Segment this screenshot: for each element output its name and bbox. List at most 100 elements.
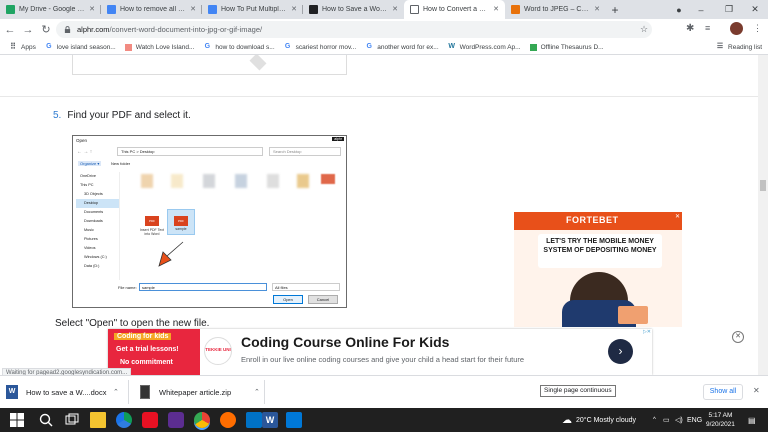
bookmark-item[interactable]: Watch Love Island...: [124, 43, 194, 51]
media-control-icon[interactable]: ≡: [705, 23, 710, 33]
close-banner-icon[interactable]: ✕: [732, 331, 744, 343]
bookmark-label: another word for ex...: [377, 43, 439, 51]
network-icon[interactable]: ▭: [663, 408, 670, 432]
bookmark-label: scariest horror mov...: [295, 43, 357, 51]
close-tab-icon[interactable]: ✕: [189, 5, 197, 13]
dialog-sidebar-item: Documents: [84, 210, 104, 214]
weather-widget[interactable]: ☁ 20°C Mostly cloudy: [562, 408, 636, 432]
edge-icon[interactable]: [116, 412, 132, 428]
bookmark-apps[interactable]: ⠿ Apps: [9, 43, 36, 51]
zip-icon: [140, 385, 150, 399]
clock[interactable]: 5:17 AM 9/20/2021: [706, 408, 735, 432]
bookmark-star-icon[interactable]: ☆: [640, 24, 648, 35]
reload-icon[interactable]: ↻: [38, 22, 54, 38]
language-indicator[interactable]: ENG: [687, 408, 702, 432]
banner-left-line1: Coding for kids: [114, 333, 172, 340]
close-tab-icon[interactable]: ✕: [593, 5, 601, 13]
browser-toolbar: ← → ↻ alphr.com/convert-word-document-in…: [0, 19, 768, 40]
dialog-search-box: Search Desktop: [269, 147, 341, 156]
bookmark-label: WordPress.com Ap...: [459, 43, 521, 51]
close-tab-icon[interactable]: ✕: [391, 5, 399, 13]
browser-tab[interactable]: Word to JPEG – Conve ✕: [505, 0, 606, 19]
word-doc-icon: W: [6, 385, 18, 399]
cancel-button: Cancel: [308, 295, 338, 304]
ad-close-icon[interactable]: ✕: [675, 213, 680, 220]
chevron-up-icon[interactable]: ⌃: [254, 388, 260, 396]
dialog-sidebar-item: OneDrive: [80, 174, 97, 178]
new-tab-button[interactable]: +: [606, 0, 624, 19]
dialog-sidebar-item: This PC: [80, 183, 94, 187]
reading-list-icon: ☰: [716, 43, 724, 50]
browser-tab[interactable]: How to remove all hyp ✕: [101, 0, 202, 19]
menu-kebab-icon[interactable]: ⋮: [753, 23, 762, 34]
search-icon[interactable]: [38, 412, 54, 428]
volume-icon[interactable]: ◁): [675, 408, 683, 432]
word-icon[interactable]: W: [262, 412, 278, 428]
page-scrollbar[interactable]: [758, 55, 768, 375]
close-tab-icon[interactable]: ✕: [88, 5, 96, 13]
task-view-icon[interactable]: [64, 412, 80, 428]
coding-course-banner-ad[interactable]: Coding for kids Get a trial lessons! No …: [108, 329, 652, 375]
address-bar[interactable]: alphr.com/convert-word-document-into-jpg…: [56, 21, 652, 38]
fortebet-ad[interactable]: FORTEBET ✕ LET'S TRY THE MOBILE MONEY SY…: [514, 212, 682, 327]
browser-tab[interactable]: How to Save a Word D ✕: [303, 0, 404, 19]
profile-record-icon[interactable]: ●: [672, 0, 686, 19]
minimize-icon[interactable]: –: [694, 0, 708, 19]
notifications-icon[interactable]: ▤: [748, 408, 756, 432]
docs-icon: [208, 5, 217, 14]
windows-taskbar: W ☁ 20°C Mostly cloudy ^ ▭ ◁) ENG 5:17 A…: [0, 408, 768, 432]
dialog-sidebar: OneDrive This PC 3D Objects Desktop Document…: [76, 172, 120, 280]
blurred-file-row: [141, 174, 341, 196]
bookmark-item[interactable]: W WordPress.com Ap...: [448, 43, 521, 51]
banner-left-line3: No commitment: [120, 359, 173, 366]
outlook-icon[interactable]: [246, 412, 262, 428]
windows-start-icon[interactable]: [9, 412, 25, 428]
tray-chevron-icon[interactable]: ^: [653, 408, 656, 432]
restore-icon[interactable]: ❐: [722, 0, 736, 19]
bookmark-label: Offline Thesaurus D...: [540, 43, 604, 51]
banner-arrow-button[interactable]: ›: [608, 339, 633, 364]
close-tab-icon[interactable]: ✕: [492, 5, 500, 13]
file-explorer-icon[interactable]: [90, 412, 106, 428]
tab-title: Word to JPEG – Conve: [524, 6, 590, 13]
docs-icon: [107, 5, 116, 14]
reading-list-button[interactable]: ☰ Reading list: [716, 43, 762, 51]
file-item-selected: PDF sample: [167, 209, 195, 235]
scroll-thumb[interactable]: [760, 180, 766, 191]
app-icon[interactable]: [286, 412, 302, 428]
browser-tab[interactable]: How To Put Multiple L ✕: [202, 0, 303, 19]
bookmark-label: Apps: [21, 43, 36, 51]
show-all-button[interactable]: Show all: [703, 384, 743, 400]
tab-strip: My Drive - Google Dri ✕ How to remove all…: [0, 0, 768, 19]
orange-arrow-icon: [158, 241, 184, 267]
ad-choices-icon[interactable]: ▷✕: [643, 329, 651, 335]
firefox-icon[interactable]: [220, 412, 236, 428]
close-window-icon[interactable]: ✕: [748, 0, 762, 19]
close-tab-icon[interactable]: ✕: [290, 5, 298, 13]
avatar[interactable]: [730, 22, 743, 35]
bookmark-item[interactable]: Gscariest horror mov...: [284, 43, 357, 51]
extensions-puzzle-icon[interactable]: ✱: [686, 23, 694, 34]
reading-list-label: Reading list: [728, 43, 762, 51]
download-item[interactable]: Whitepaper article.zip: [140, 380, 260, 404]
bookmark-label: how to download s...: [215, 43, 275, 51]
dialog-sidebar-item: Downloads: [84, 219, 103, 223]
store-icon[interactable]: [142, 412, 158, 428]
chevron-up-icon[interactable]: ⌃: [113, 388, 119, 396]
bookmark-item[interactable]: Glove island season...: [45, 43, 116, 51]
bookmark-item[interactable]: Ghow to download s...: [203, 43, 275, 51]
bookmark-item[interactable]: Offline Thesaurus D...: [529, 43, 604, 51]
browser-tab-active[interactable]: How to Convert a Wor ✕: [404, 0, 505, 19]
app-icon[interactable]: [168, 412, 184, 428]
close-downloads-icon[interactable]: ✕: [753, 386, 760, 395]
back-arrow-icon[interactable]: ←: [2, 22, 18, 38]
apps-grid-icon: ⠿: [10, 42, 16, 51]
bookmark-item[interactable]: Ganother word for ex...: [365, 43, 438, 51]
browser-tab[interactable]: My Drive - Google Dri ✕: [0, 0, 101, 19]
forward-arrow-icon[interactable]: →: [20, 22, 36, 38]
cloud-icon: ☁: [562, 414, 572, 426]
weather-desc: Mostly cloudy: [593, 416, 636, 424]
organize-button: Organize ▾: [78, 161, 102, 166]
chrome-icon[interactable]: [194, 412, 210, 428]
download-item[interactable]: W How to save a W....docx: [6, 380, 126, 404]
